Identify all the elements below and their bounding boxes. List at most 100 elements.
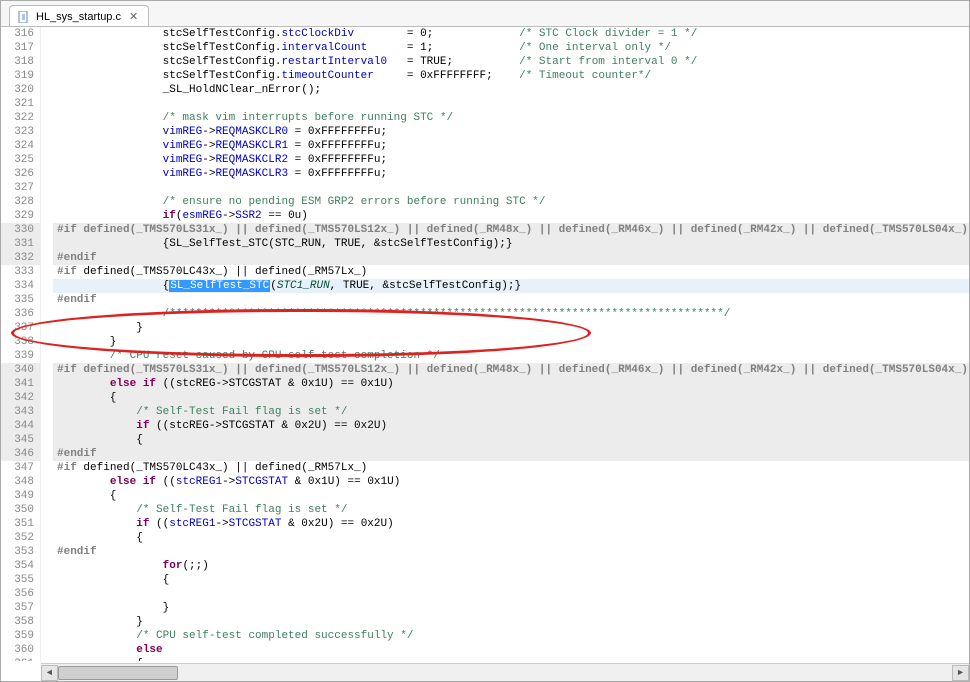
code-content[interactable]: }: [53, 601, 969, 615]
code-line[interactable]: 335#endif: [1, 293, 969, 307]
code-content[interactable]: #endif: [53, 545, 969, 559]
code-content[interactable]: [53, 97, 969, 111]
code-content[interactable]: /* Self-Test Fail flag is set */: [53, 503, 969, 517]
code-line[interactable]: 359 /* CPU self-test completed successfu…: [1, 629, 969, 643]
code-line[interactable]: 351 if ((stcREG1->STCGSTAT & 0x2U) == 0x…: [1, 517, 969, 531]
code-content[interactable]: #if defined(_TMS570LC43x_) || defined(_R…: [53, 461, 969, 475]
code-line[interactable]: 347#if defined(_TMS570LC43x_) || defined…: [1, 461, 969, 475]
code-line[interactable]: 338 }: [1, 335, 969, 349]
code-content[interactable]: #if defined(_TMS570LS31x_) || defined(_T…: [53, 363, 969, 377]
code-line[interactable]: 346#endif: [1, 447, 969, 461]
code-content[interactable]: [53, 587, 969, 601]
code-line[interactable]: 329 if(esmREG->SSR2 == 0u): [1, 209, 969, 223]
code-line[interactable]: 331 {SL_SelfTest_STC(STC_RUN, TRUE, &stc…: [1, 237, 969, 251]
scroll-left-button[interactable]: ◄: [41, 665, 58, 681]
code-content[interactable]: if(esmREG->SSR2 == 0u): [53, 209, 969, 223]
code-content[interactable]: {SL_SelfTest_STC(STC1_RUN, TRUE, &stcSel…: [53, 279, 969, 293]
code-line[interactable]: 321: [1, 97, 969, 111]
code-line[interactable]: 355 {: [1, 573, 969, 587]
code-content[interactable]: {: [53, 489, 969, 503]
code-line[interactable]: 349 {: [1, 489, 969, 503]
code-line[interactable]: 341 else if ((stcREG->STCGSTAT & 0x1U) =…: [1, 377, 969, 391]
code-content[interactable]: }: [53, 321, 969, 335]
code-content[interactable]: /* CPU self-test completed successfully …: [53, 629, 969, 643]
code-content[interactable]: stcSelfTestConfig.stcClockDiv = 0; /* ST…: [53, 27, 969, 41]
code-content[interactable]: else if ((stcREG1->STCGSTAT & 0x1U) == 0…: [53, 475, 969, 489]
code-line[interactable]: 332#endif: [1, 251, 969, 265]
code-line[interactable]: 353#endif: [1, 545, 969, 559]
code-content[interactable]: /* ensure no pending ESM GRP2 errors bef…: [53, 195, 969, 209]
code-line[interactable]: 356: [1, 587, 969, 601]
code-content[interactable]: /***************************************…: [53, 307, 969, 321]
code-line[interactable]: 334 {SL_SelfTest_STC(STC1_RUN, TRUE, &st…: [1, 279, 969, 293]
code-content[interactable]: {SL_SelfTest_STC(STC_RUN, TRUE, &stcSelf…: [53, 237, 969, 251]
code-line[interactable]: 324 vimREG->REQMASKCLR1 = 0xFFFFFFFFu;: [1, 139, 969, 153]
code-content[interactable]: #endif: [53, 251, 969, 265]
code-content[interactable]: }: [53, 615, 969, 629]
code-line[interactable]: 323 vimREG->REQMASKCLR0 = 0xFFFFFFFFu;: [1, 125, 969, 139]
code-line[interactable]: 320 _SL_HoldNClear_nError();: [1, 83, 969, 97]
code-line[interactable]: 348 else if ((stcREG1->STCGSTAT & 0x1U) …: [1, 475, 969, 489]
scroll-thumb[interactable]: [58, 666, 178, 680]
code-line[interactable]: 333#if defined(_TMS570LC43x_) || defined…: [1, 265, 969, 279]
code-line[interactable]: 344 if ((stcREG->STCGSTAT & 0x2U) == 0x2…: [1, 419, 969, 433]
code-editor[interactable]: 316 stcSelfTestConfig.stcClockDiv = 0; /…: [1, 27, 969, 661]
scroll-track[interactable]: [58, 665, 952, 681]
code-line[interactable]: 336 /***********************************…: [1, 307, 969, 321]
code-line[interactable]: 330#if defined(_TMS570LS31x_) || defined…: [1, 223, 969, 237]
code-content[interactable]: vimREG->REQMASKCLR0 = 0xFFFFFFFFu;: [53, 125, 969, 139]
code-line[interactable]: 326 vimREG->REQMASKCLR3 = 0xFFFFFFFFu;: [1, 167, 969, 181]
code-content[interactable]: else: [53, 643, 969, 657]
code-content[interactable]: vimREG->REQMASKCLR3 = 0xFFFFFFFFu;: [53, 167, 969, 181]
code-content[interactable]: _SL_HoldNClear_nError();: [53, 83, 969, 97]
code-line[interactable]: 322 /* mask vim interrupts before runnin…: [1, 111, 969, 125]
code-content[interactable]: if ((stcREG->STCGSTAT & 0x2U) == 0x2U): [53, 419, 969, 433]
code-line[interactable]: 343 /* Self-Test Fail flag is set */: [1, 405, 969, 419]
code-content[interactable]: /* Self-Test Fail flag is set */: [53, 405, 969, 419]
code-line[interactable]: 357 }: [1, 601, 969, 615]
code-content[interactable]: stcSelfTestConfig.restartInterval0 = TRU…: [53, 55, 969, 69]
code-content[interactable]: vimREG->REQMASKCLR2 = 0xFFFFFFFFu;: [53, 153, 969, 167]
code-content[interactable]: stcSelfTestConfig.timeoutCounter = 0xFFF…: [53, 69, 969, 83]
code-line[interactable]: 340#if defined(_TMS570LS31x_) || defined…: [1, 363, 969, 377]
code-line[interactable]: 319 stcSelfTestConfig.timeoutCounter = 0…: [1, 69, 969, 83]
code-line[interactable]: 316 stcSelfTestConfig.stcClockDiv = 0; /…: [1, 27, 969, 41]
code-line[interactable]: 318 stcSelfTestConfig.restartInterval0 =…: [1, 55, 969, 69]
code-line[interactable]: 317 stcSelfTestConfig.intervalCount = 1;…: [1, 41, 969, 55]
code-line[interactable]: 327: [1, 181, 969, 195]
code-content[interactable]: else if ((stcREG->STCGSTAT & 0x1U) == 0x…: [53, 377, 969, 391]
code-line[interactable]: 345 {: [1, 433, 969, 447]
code-content[interactable]: /* CPU reset caused by CPU self-test com…: [53, 349, 969, 363]
code-line[interactable]: 337 }: [1, 321, 969, 335]
code-content[interactable]: /* mask vim interrupts before running ST…: [53, 111, 969, 125]
code-content[interactable]: for(;;): [53, 559, 969, 573]
code-content[interactable]: }: [53, 335, 969, 349]
close-icon[interactable]: ✕: [127, 10, 140, 23]
code-content[interactable]: [53, 181, 969, 195]
code-content[interactable]: #endif: [53, 447, 969, 461]
code-line[interactable]: 361 {: [1, 657, 969, 661]
code-content[interactable]: vimREG->REQMASKCLR1 = 0xFFFFFFFFu;: [53, 139, 969, 153]
code-line[interactable]: 358 }: [1, 615, 969, 629]
code-content[interactable]: #if defined(_TMS570LS31x_) || defined(_T…: [53, 223, 969, 237]
code-line[interactable]: 352 {: [1, 531, 969, 545]
code-content[interactable]: {: [53, 531, 969, 545]
code-content[interactable]: if ((stcREG1->STCGSTAT & 0x2U) == 0x2U): [53, 517, 969, 531]
code-content[interactable]: #endif: [53, 293, 969, 307]
code-line[interactable]: 325 vimREG->REQMASKCLR2 = 0xFFFFFFFFu;: [1, 153, 969, 167]
code-line[interactable]: 328 /* ensure no pending ESM GRP2 errors…: [1, 195, 969, 209]
code-line[interactable]: 350 /* Self-Test Fail flag is set */: [1, 503, 969, 517]
code-content[interactable]: {: [53, 433, 969, 447]
editor-tab[interactable]: HL_sys_startup.c ✕: [9, 5, 149, 26]
code-content[interactable]: stcSelfTestConfig.intervalCount = 1; /* …: [53, 41, 969, 55]
code-content[interactable]: {: [53, 657, 969, 661]
code-line[interactable]: 354 for(;;): [1, 559, 969, 573]
code-content[interactable]: {: [53, 573, 969, 587]
horizontal-scrollbar[interactable]: ◄ ►: [41, 663, 969, 681]
scroll-right-button[interactable]: ►: [952, 665, 969, 681]
code-line[interactable]: 339 /* CPU reset caused by CPU self-test…: [1, 349, 969, 363]
code-content[interactable]: {: [53, 391, 969, 405]
code-content[interactable]: #if defined(_TMS570LC43x_) || defined(_R…: [53, 265, 969, 279]
code-line[interactable]: 360 else: [1, 643, 969, 657]
code-line[interactable]: 342 {: [1, 391, 969, 405]
